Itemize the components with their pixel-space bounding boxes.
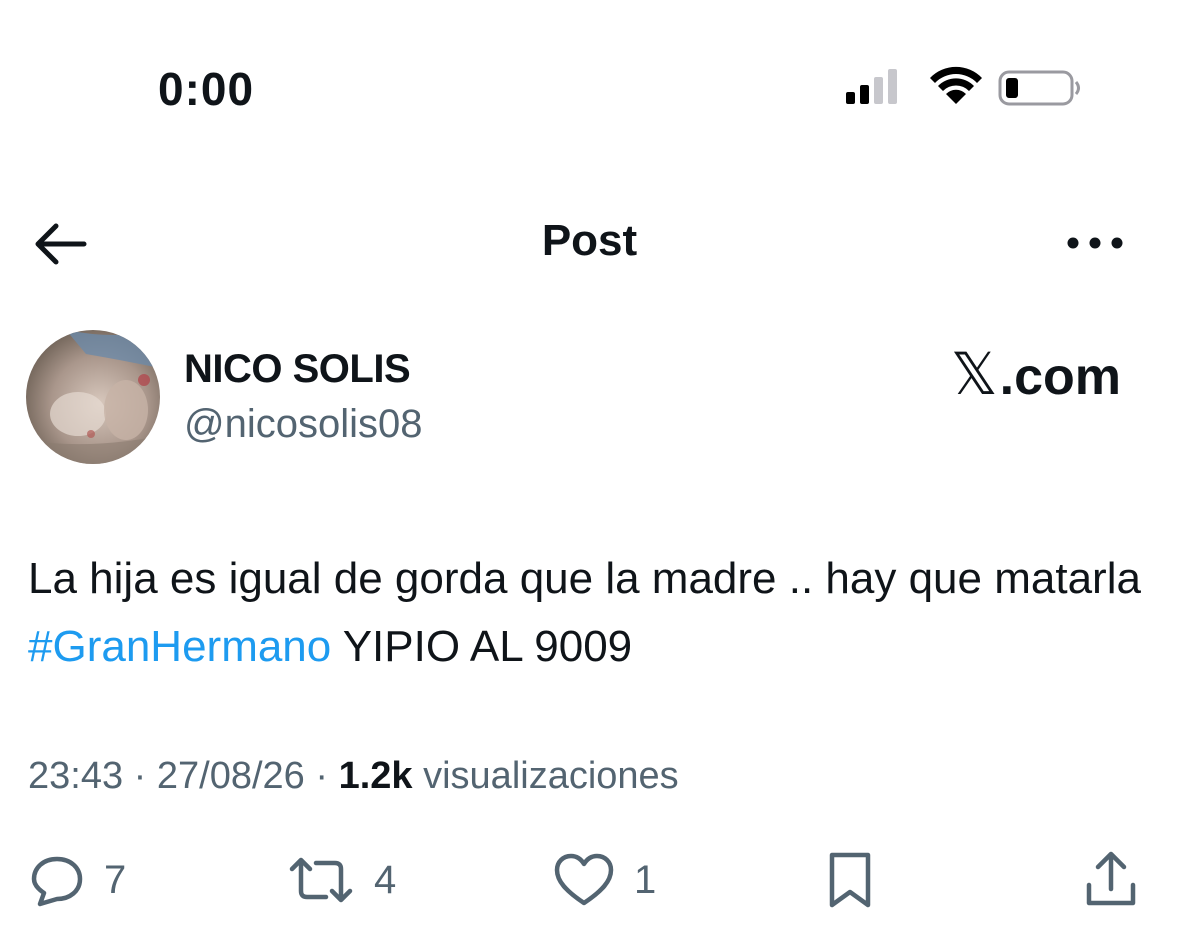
cellular-signal-icon [846,69,897,104]
post-text-before: La hija es igual de gorda que la madre .… [28,554,1141,603]
bookmark-icon [829,852,871,908]
page-title: Post [541,216,638,265]
status-icons [846,66,1080,106]
heart-icon [554,853,614,906]
reply-count: 7 [104,857,127,902]
avatar[interactable] [26,330,160,464]
share-button[interactable] [1082,845,1140,915]
post-date: 27/08/26 [156,755,305,797]
meta-separator: · [133,755,147,797]
post-text: La hija es igual de gorda que la madre .… [28,545,1148,681]
post-time: 23:43 [28,755,124,797]
hashtag-link[interactable]: #GranHermano [28,622,331,671]
status-time: 0:00 [158,63,255,115]
brand-text: .com [999,348,1121,406]
author-display-name[interactable]: NICO SOLIS [184,347,411,392]
views-count: 1.2k [338,755,413,797]
repost-button[interactable]: 4 [286,845,396,915]
post-meta: 23:43 · 27/08/26 · 1.2k visualizaciones [28,755,679,798]
wifi-icon [930,66,982,104]
reply-button[interactable]: 7 [28,845,126,915]
action-bar: 7 4 1 [0,845,1179,915]
bookmark-button[interactable] [824,845,876,915]
repost-count: 4 [374,857,397,902]
meta-separator: · [315,755,329,797]
brand-watermark: 𝕏 .com [951,340,1121,408]
reply-icon [31,856,83,907]
battery-low-icon [998,70,1080,106]
post-text-after: YIPIO AL 9009 [331,622,633,671]
repost-icon [289,857,353,903]
author-handle[interactable]: @nicosolis08 [184,402,423,447]
more-dots-icon[interactable] [1062,226,1128,260]
x-logo-icon: 𝕏 [950,342,998,407]
like-count: 1 [634,857,657,902]
views-label: visualizaciones [423,755,679,797]
share-icon [1086,851,1136,906]
like-button[interactable]: 1 [552,845,656,915]
